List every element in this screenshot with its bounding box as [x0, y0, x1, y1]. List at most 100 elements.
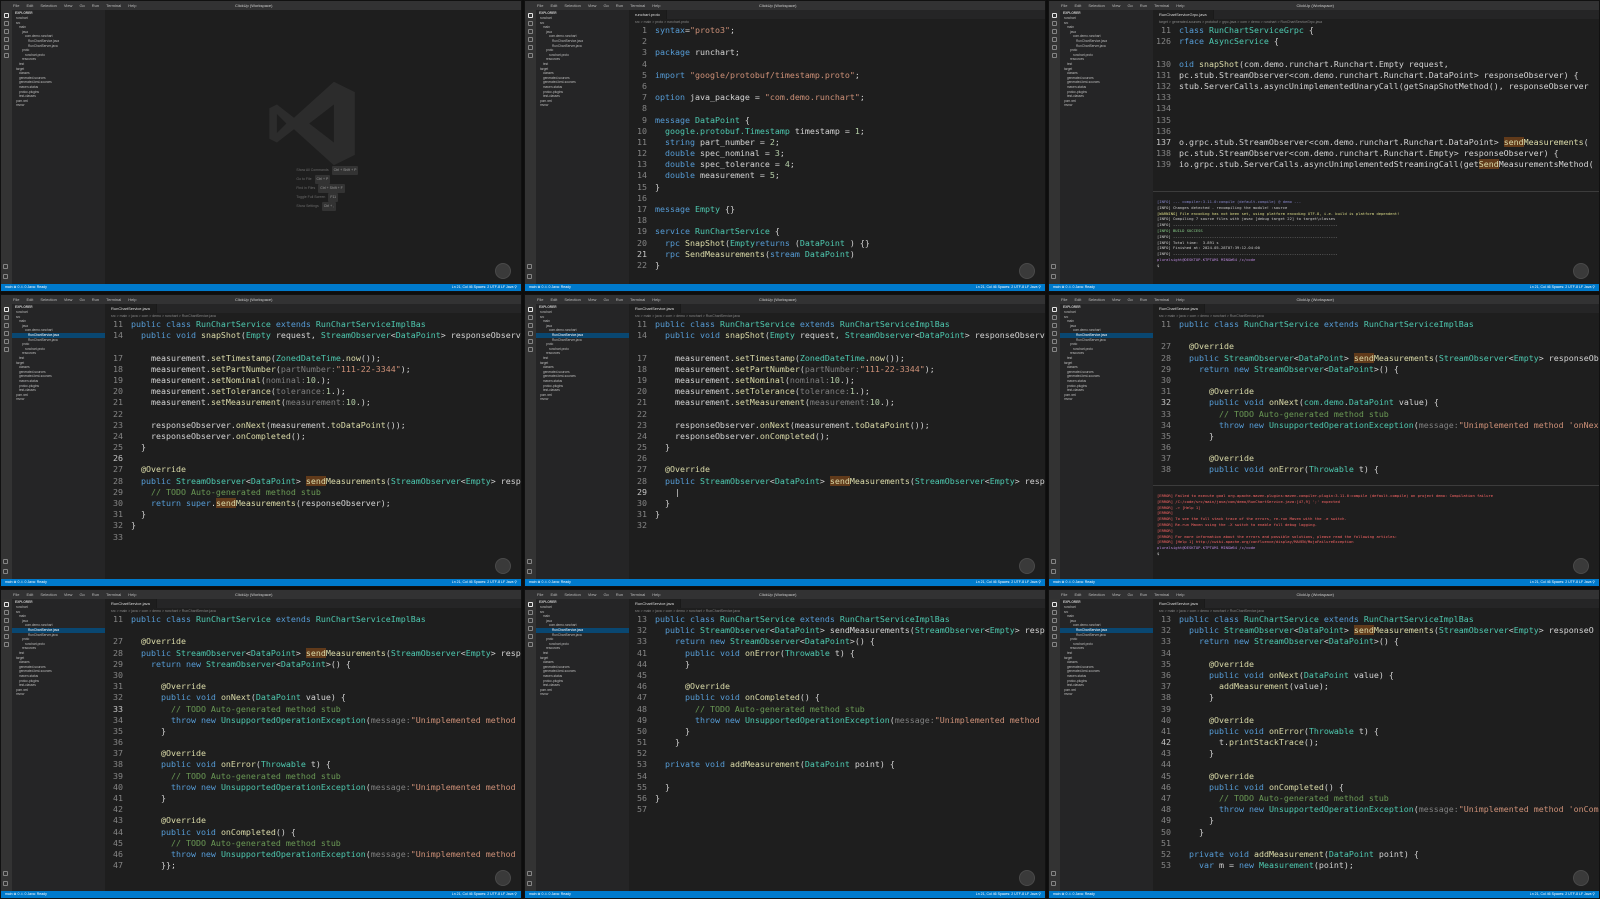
search-icon[interactable] — [528, 610, 533, 615]
menu-item-terminal[interactable]: Terminal — [630, 592, 645, 597]
status-right[interactable]: Ln 21, Col 46 Spaces: 2 UTF-8 LF Java ⚲ — [452, 891, 517, 898]
source-control-icon[interactable] — [4, 29, 9, 34]
menu-item-help[interactable]: Help — [128, 3, 136, 8]
tab-runchartservice-java[interactable]: RunChartService.java — [629, 599, 681, 608]
menu-item-selection[interactable]: Selection — [1088, 592, 1104, 597]
gear-icon[interactable] — [527, 274, 532, 279]
account-icon[interactable] — [3, 264, 8, 269]
menu-item-run[interactable]: Run — [1140, 3, 1147, 8]
source-control-icon[interactable] — [528, 618, 533, 623]
files-icon[interactable] — [528, 602, 533, 607]
gear-icon[interactable] — [1051, 274, 1056, 279]
search-icon[interactable] — [1052, 21, 1057, 26]
search-icon[interactable] — [1052, 610, 1057, 615]
source-control-icon[interactable] — [4, 323, 9, 328]
status-left[interactable]: main ⊗ 0 ⚠ 0 Java: Ready — [529, 580, 571, 584]
extensions-icon[interactable] — [1052, 339, 1057, 344]
menu-item-edit[interactable]: Edit — [1074, 297, 1081, 302]
tab-runchartservice-java[interactable]: RunChartService.java — [629, 304, 681, 313]
status-left[interactable]: main ⊗ 0 ⚠ 0 Java: Ready — [1053, 580, 1095, 584]
menu-item-help[interactable]: Help — [652, 297, 660, 302]
menu-item-file[interactable]: File — [13, 297, 19, 302]
run-debug-icon[interactable] — [4, 37, 9, 42]
files-icon[interactable] — [4, 13, 9, 18]
gear-icon[interactable] — [3, 569, 8, 574]
tab-runchartservice-java[interactable]: RunChartService.java — [1153, 304, 1205, 313]
code-editor[interactable]: 13 public class RunChartService extends R… — [1153, 614, 1599, 891]
menu-item-selection[interactable]: Selection — [1088, 3, 1104, 8]
menu-item-edit[interactable]: Edit — [550, 592, 557, 597]
menu-item-go[interactable]: Go — [1127, 3, 1132, 8]
extensions-icon[interactable] — [528, 339, 533, 344]
terminal-panel[interactable]: [ERROR] Failed to execute goal org.apach… — [1153, 485, 1599, 579]
testing-icon[interactable] — [1052, 53, 1057, 58]
account-icon[interactable] — [1051, 264, 1056, 269]
menu-item-run[interactable]: Run — [1140, 297, 1147, 302]
menu-item-terminal[interactable]: Terminal — [106, 3, 121, 8]
tree-item[interactable]: mvnw — [536, 103, 629, 108]
source-control-icon[interactable] — [528, 29, 533, 34]
menu-item-edit[interactable]: Edit — [26, 3, 33, 8]
menu-item-selection[interactable]: Selection — [40, 592, 56, 597]
gear-icon[interactable] — [527, 881, 532, 886]
files-icon[interactable] — [1052, 307, 1057, 312]
menu-item-edit[interactable]: Edit — [550, 297, 557, 302]
account-icon[interactable] — [3, 559, 8, 564]
testing-icon[interactable] — [4, 347, 9, 352]
extensions-icon[interactable] — [528, 45, 533, 50]
status-right[interactable]: Ln 21, Col 46 Spaces: 2 UTF-8 LF Java ⚲ — [976, 891, 1041, 898]
extensions-icon[interactable] — [4, 339, 9, 344]
tree-item[interactable]: mvnw — [12, 103, 105, 108]
menu-item-help[interactable]: Help — [652, 3, 660, 8]
extensions-icon[interactable] — [528, 634, 533, 639]
testing-icon[interactable] — [4, 642, 9, 647]
tree-item[interactable]: mvnw — [1060, 103, 1153, 108]
status-right[interactable]: Ln 21, Col 46 Spaces: 2 UTF-8 LF Java ⚲ — [452, 579, 517, 586]
menu-item-view[interactable]: View — [64, 297, 73, 302]
tab-runchartservice-java[interactable]: RunChartService.java — [1153, 599, 1205, 608]
menu-item-file[interactable]: File — [537, 297, 543, 302]
menu-item-help[interactable]: Help — [128, 592, 136, 597]
tree-item[interactable]: mvnw — [1060, 692, 1153, 697]
menu-item-go[interactable]: Go — [79, 592, 84, 597]
menu-item-file[interactable]: File — [537, 592, 543, 597]
menu-item-run[interactable]: Run — [92, 297, 99, 302]
status-left[interactable]: main ⊗ 0 ⚠ 0 Java: Ready — [1053, 892, 1095, 896]
status-right[interactable]: Ln 21, Col 46 Spaces: 2 UTF-8 LF Java ⚲ — [976, 579, 1041, 586]
gear-icon[interactable] — [3, 274, 8, 279]
code-editor[interactable]: 13 public class RunChartService extends R… — [629, 614, 1045, 891]
tab-runchartservicegrpc-java[interactable]: RunChartServiceGrpc.java — [1153, 10, 1214, 19]
files-icon[interactable] — [4, 307, 9, 312]
menu-item-view[interactable]: View — [588, 297, 597, 302]
menu-item-help[interactable]: Help — [1176, 297, 1184, 302]
tab-runchartservice-java[interactable]: RunChartService.java — [105, 304, 157, 313]
tree-item[interactable]: mvnw — [1060, 397, 1153, 402]
account-icon[interactable] — [527, 871, 532, 876]
menu-item-selection[interactable]: Selection — [1088, 297, 1104, 302]
menu-item-selection[interactable]: Selection — [40, 3, 56, 8]
menu-item-go[interactable]: Go — [603, 3, 608, 8]
source-control-icon[interactable] — [4, 618, 9, 623]
menu-item-file[interactable]: File — [13, 3, 19, 8]
status-left[interactable]: main ⊗ 0 ⚠ 0 Java: Ready — [5, 285, 47, 289]
menu-item-selection[interactable]: Selection — [40, 297, 56, 302]
menu-item-view[interactable]: View — [1112, 3, 1121, 8]
menu-item-terminal[interactable]: Terminal — [1154, 592, 1169, 597]
files-icon[interactable] — [528, 307, 533, 312]
menu-item-edit[interactable]: Edit — [26, 297, 33, 302]
status-left[interactable]: main ⊗ 0 ⚠ 0 Java: Ready — [529, 892, 571, 896]
menu-item-selection[interactable]: Selection — [564, 3, 580, 8]
search-icon[interactable] — [4, 315, 9, 320]
files-icon[interactable] — [4, 602, 9, 607]
search-icon[interactable] — [4, 21, 9, 26]
menu-item-terminal[interactable]: Terminal — [1154, 3, 1169, 8]
menu-item-terminal[interactable]: Terminal — [106, 592, 121, 597]
run-debug-icon[interactable] — [1052, 626, 1057, 631]
account-icon[interactable] — [527, 559, 532, 564]
menu-item-run[interactable]: Run — [1140, 592, 1147, 597]
menu-item-go[interactable]: Go — [603, 297, 608, 302]
chat-fab-icon[interactable] — [1019, 558, 1035, 574]
menu-item-terminal[interactable]: Terminal — [630, 3, 645, 8]
run-debug-icon[interactable] — [528, 626, 533, 631]
files-icon[interactable] — [528, 13, 533, 18]
